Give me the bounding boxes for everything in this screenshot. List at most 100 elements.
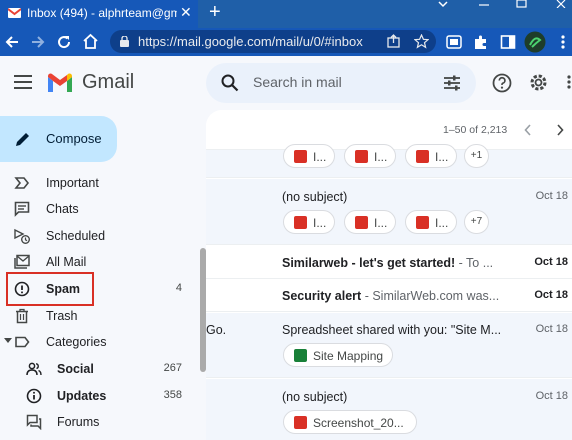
pdf-file-icon bbox=[355, 150, 368, 163]
list-toolbar: 1–50 of 2,213 bbox=[206, 110, 572, 150]
email-row[interactable]: Go. Spreadsheet shared with you: "Site M… bbox=[206, 313, 572, 378]
attachment-chip[interactable]: I... bbox=[405, 144, 457, 168]
collapse-arrow-icon[interactable] bbox=[4, 338, 12, 344]
compose-label: Compose bbox=[46, 131, 102, 146]
apps-grid-icon[interactable] bbox=[566, 75, 572, 91]
attachment-chip[interactable]: Site Mapping bbox=[283, 343, 393, 367]
chevron-right-icon[interactable] bbox=[556, 124, 564, 136]
attachment-chip[interactable]: Screenshot_20... bbox=[283, 410, 417, 434]
minimize-icon[interactable] bbox=[478, 3, 490, 7]
attachment-chip[interactable]: I... bbox=[283, 210, 335, 234]
attachment-chip[interactable]: I... bbox=[344, 210, 396, 234]
back-arrow-icon[interactable] bbox=[4, 34, 20, 50]
unread-count: 358 bbox=[163, 389, 182, 401]
social-people-icon bbox=[26, 362, 42, 376]
sidebar-item-important[interactable]: Important bbox=[0, 170, 206, 196]
email-subject: Similarweb - let's get started! bbox=[282, 256, 456, 270]
sidebar-item-updates[interactable]: Updates 358 bbox=[0, 383, 206, 409]
email-subject: (no subject) bbox=[282, 390, 348, 404]
side-panel-icon[interactable] bbox=[500, 34, 516, 50]
more-attachments-chip[interactable]: +7 bbox=[464, 210, 489, 234]
sidebar-item-label: Scheduled bbox=[46, 229, 106, 243]
chat-icon bbox=[14, 201, 30, 217]
sidebar-item-label: Categories bbox=[46, 335, 107, 349]
close-window-icon[interactable] bbox=[556, 0, 567, 8]
email-row[interactable]: Security alert - SimilarWeb.com was... O… bbox=[206, 280, 572, 312]
bookmark-star-icon[interactable] bbox=[414, 34, 429, 49]
browser-toolbar: https://mail.google.com/mail/u/0/#inbox bbox=[0, 28, 572, 56]
email-row[interactable]: (no subject) Oct 18 Screenshot_20... bbox=[206, 379, 572, 440]
main-menu-icon[interactable] bbox=[14, 75, 32, 89]
browser-tab-strip: Inbox (494) - alphrteam@gmail.c ✕ + bbox=[0, 0, 572, 28]
browser-tab[interactable]: Inbox (494) - alphrteam@gmail.c ✕ bbox=[0, 0, 198, 28]
gmail-brand-text: Gmail bbox=[82, 71, 135, 93]
unread-count: 4 bbox=[175, 282, 182, 294]
sidebar-item-scheduled[interactable]: Scheduled bbox=[0, 223, 206, 249]
email-date: Oct 18 bbox=[534, 256, 568, 268]
forums-icon bbox=[26, 414, 42, 430]
gmail-logo-icon[interactable] bbox=[47, 73, 73, 93]
updates-info-icon bbox=[26, 388, 42, 404]
scheduled-icon bbox=[14, 228, 30, 244]
search-bar[interactable]: Search in mail bbox=[206, 63, 476, 103]
email-subject-line: Security alert - SimilarWeb.com was... bbox=[282, 289, 499, 303]
lock-icon bbox=[120, 36, 129, 47]
pagination-text: 1–50 of 2,213 bbox=[443, 124, 508, 136]
attachment-chip[interactable]: I... bbox=[344, 144, 396, 168]
pdf-file-icon bbox=[294, 150, 307, 163]
address-bar[interactable]: https://mail.google.com/mail/u/0/#inbox bbox=[110, 30, 436, 53]
sidebar-item-label: Social bbox=[57, 362, 94, 376]
sidebar-item-social[interactable]: Social 267 bbox=[0, 356, 206, 382]
sheets-file-icon bbox=[294, 349, 307, 362]
chevron-left-icon[interactable] bbox=[524, 124, 532, 136]
sidebar-item-chats[interactable]: Chats bbox=[0, 196, 206, 222]
trash-icon bbox=[16, 308, 28, 324]
attachment-chip[interactable]: I... bbox=[405, 210, 457, 234]
compose-button[interactable]: Compose bbox=[0, 116, 117, 162]
new-tab-button[interactable]: + bbox=[209, 1, 221, 23]
gmail-favicon-icon bbox=[8, 8, 21, 18]
extensions-puzzle-icon[interactable] bbox=[473, 34, 489, 50]
search-icon[interactable] bbox=[221, 74, 239, 92]
settings-gear-icon[interactable] bbox=[528, 72, 549, 93]
search-input[interactable]: Search in mail bbox=[253, 74, 342, 90]
browser-menu-icon[interactable] bbox=[560, 34, 566, 50]
sidebar-item-categories[interactable]: Categories bbox=[0, 329, 206, 355]
email-date: Oct 18 bbox=[535, 390, 568, 402]
gmail-header: Gmail Search in mail bbox=[0, 56, 572, 110]
tab-close-icon[interactable]: ✕ bbox=[180, 4, 192, 21]
share-icon[interactable] bbox=[386, 34, 401, 49]
email-row[interactable]: Similarweb - let's get started! - To ...… bbox=[206, 246, 572, 279]
pdf-file-icon bbox=[416, 150, 429, 163]
profile-avatar-icon[interactable] bbox=[524, 31, 546, 53]
pencil-icon bbox=[16, 133, 29, 146]
chevron-down-icon[interactable] bbox=[436, 0, 450, 10]
sidebar-item-label: Trash bbox=[46, 309, 78, 323]
important-icon bbox=[14, 177, 30, 189]
unread-count: 267 bbox=[163, 362, 182, 374]
label-icon bbox=[15, 336, 30, 348]
help-icon[interactable] bbox=[492, 73, 512, 93]
sidebar-item-label: Important bbox=[46, 176, 99, 190]
all-mail-icon bbox=[14, 254, 30, 269]
extension-screenshot-icon[interactable] bbox=[446, 34, 462, 50]
sidebar-item-forums[interactable]: Forums bbox=[0, 409, 206, 435]
email-row[interactable]: (no subject) Oct 18 I... I... I... +7 bbox=[206, 179, 572, 245]
email-snippet: - SimilarWeb.com was... bbox=[361, 289, 500, 303]
search-options-icon[interactable] bbox=[443, 75, 461, 91]
reload-icon[interactable] bbox=[56, 34, 72, 50]
inbox-list: 1–50 of 2,213 I... I... I... +1 (no subj… bbox=[206, 110, 572, 440]
attachment-chip[interactable]: I... bbox=[283, 144, 335, 168]
forward-arrow-icon[interactable] bbox=[30, 34, 46, 50]
email-row[interactable]: I... I... I... +1 bbox=[206, 144, 572, 178]
home-icon[interactable] bbox=[82, 33, 99, 50]
email-date: Oct 18 bbox=[535, 323, 568, 335]
email-subject: Security alert bbox=[282, 289, 362, 303]
more-attachments-chip[interactable]: +1 bbox=[464, 144, 489, 168]
sidebar-item-label: All Mail bbox=[46, 255, 87, 269]
spam-highlight-box bbox=[6, 272, 94, 306]
pdf-file-icon bbox=[416, 216, 429, 229]
email-date: Oct 18 bbox=[534, 289, 568, 301]
maximize-icon[interactable] bbox=[516, 0, 527, 8]
sidebar-item-trash[interactable]: Trash bbox=[0, 303, 206, 329]
